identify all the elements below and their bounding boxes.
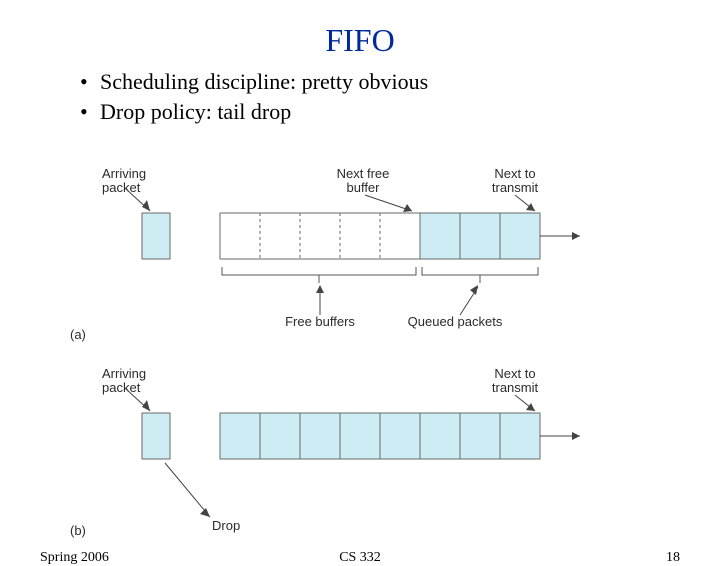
bullet-list: Scheduling discipline: pretty obvious Dr… [40,67,720,126]
footer-center: CS 332 [0,550,720,566]
slide: FIFO Scheduling discipline: pretty obvio… [0,22,720,562]
label-drop: Drop [212,519,252,533]
subfig-a: (a) [70,327,86,342]
diagram-a-svg [110,167,630,337]
footer-right: 18 [666,550,680,566]
subfig-b: (b) [70,523,86,538]
label-free-buffers: Free buffers [275,315,365,329]
bullet-item: Scheduling discipline: pretty obvious [80,67,720,97]
bullet-item: Drop policy: tail drop [80,97,720,127]
page-title: FIFO [0,22,720,59]
label-queued-packets: Queued packets [395,315,515,329]
diagram-b-svg [110,367,630,557]
